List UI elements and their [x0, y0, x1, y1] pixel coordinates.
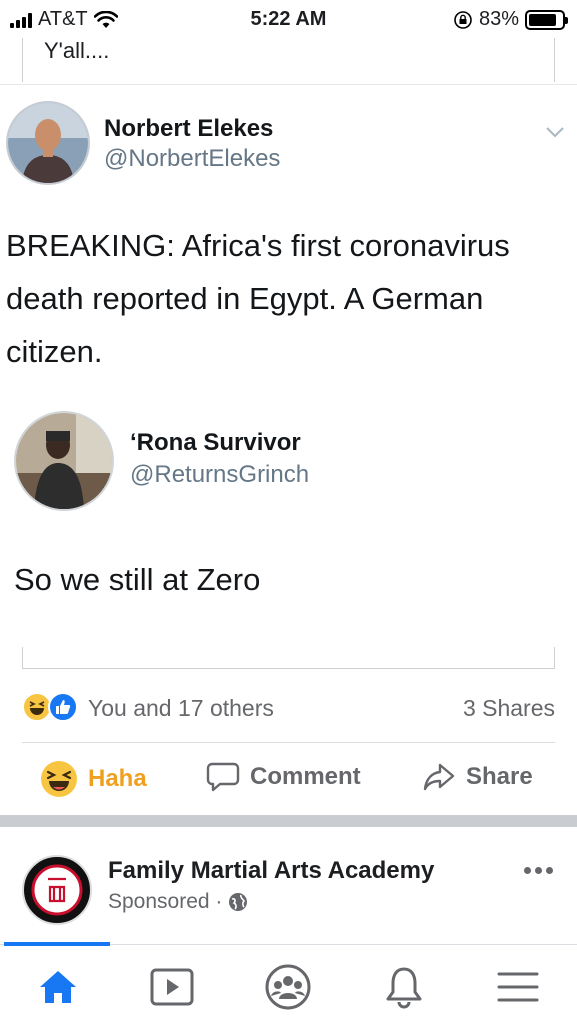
post-frame-left — [22, 38, 23, 82]
groups-icon[interactable] — [264, 963, 312, 1011]
avatar — [6, 101, 90, 185]
tweet-author-handle: @NorbertElekes — [104, 145, 281, 172]
battery-level — [529, 13, 556, 26]
reactions-count[interactable]: You and 17 others — [88, 695, 274, 722]
post-frame-bottom — [22, 647, 555, 669]
rotation-lock-icon — [454, 10, 472, 29]
reactions-summary[interactable]: You and 17 others 3 Shares — [22, 690, 555, 726]
share-button[interactable]: Share — [422, 760, 533, 794]
divider — [22, 742, 555, 743]
comment-label: Comment — [250, 763, 361, 790]
feed-separator — [0, 815, 577, 827]
share-label: Share — [466, 763, 533, 790]
shared-image[interactable]: Norbert Elekes @NorbertElekes BREAKING: … — [0, 84, 577, 647]
tweet-body-line: death reported in Egypt. A German — [6, 281, 484, 316]
sponsored-label: Sponsored · — [108, 890, 248, 914]
post-frame-right — [554, 38, 555, 82]
nav-active-indicator — [4, 942, 110, 946]
sponsored-text: Sponsored · — [108, 890, 223, 913]
tweet-body: BREAKING: Africa's first coronavirus dea… — [6, 219, 510, 378]
status-right: 83% — [453, 8, 568, 31]
post-actions: Haha Comment Share — [0, 752, 577, 808]
menu-icon[interactable] — [494, 963, 542, 1011]
reaction-icons — [22, 692, 80, 724]
haha-label: Haha — [88, 765, 147, 792]
tweet-body-line: So we still at Zero — [14, 562, 261, 597]
tweet-author-name: ‘Rona Survivor — [130, 429, 301, 456]
battery-percent: 83% — [478, 8, 519, 30]
post-text: Y'all.... — [44, 38, 110, 63]
comment-icon — [206, 762, 240, 792]
more-options-icon[interactable] — [524, 867, 553, 874]
avatar — [14, 411, 114, 511]
sponsored-post: Family Martial Arts Academy Sponsored · — [0, 827, 577, 947]
haha-button[interactable]: Haha — [40, 760, 147, 798]
haha-icon — [41, 761, 77, 797]
tweet-body-line: BREAKING: Africa's first coronavirus — [6, 228, 510, 263]
battery-icon — [525, 9, 568, 30]
like-reaction-icon — [48, 692, 78, 722]
notifications-icon[interactable] — [380, 963, 428, 1011]
globe-icon — [229, 893, 248, 911]
shares-count[interactable]: 3 Shares — [463, 695, 555, 722]
watch-icon[interactable] — [148, 963, 196, 1011]
bottom-nav — [0, 942, 577, 1024]
page-avatar[interactable] — [22, 855, 92, 925]
comment-button[interactable]: Comment — [206, 760, 361, 794]
tweet-author-name: Norbert Elekes — [104, 115, 274, 142]
sponsor-name[interactable]: Family Martial Arts Academy — [108, 857, 434, 885]
tweet-author-handle: @ReturnsGrinch — [130, 461, 310, 488]
share-icon — [423, 763, 455, 791]
status-bar: AT&T 5:22 AM 83% — [0, 0, 577, 38]
tweet-body: So we still at Zero — [14, 553, 260, 606]
tweet-body-line: citizen. — [6, 334, 103, 369]
home-icon[interactable] — [34, 963, 82, 1011]
chevron-down-icon[interactable] — [545, 125, 565, 139]
